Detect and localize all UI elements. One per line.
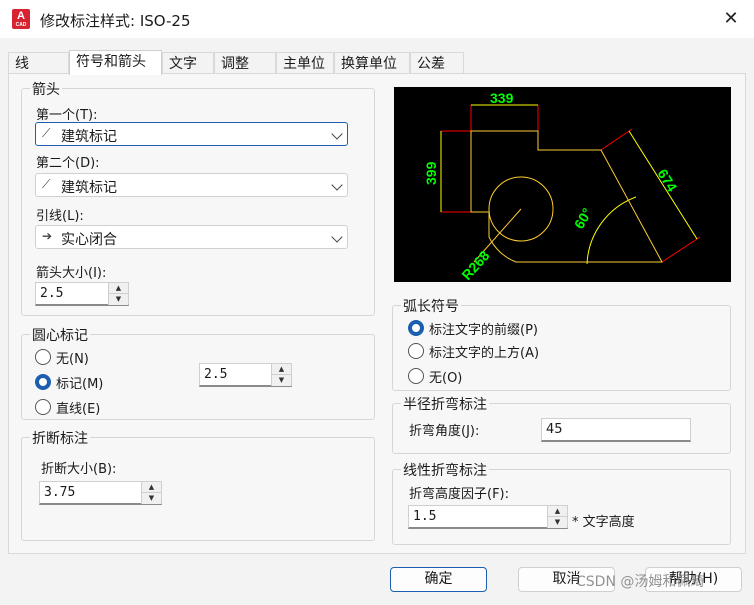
part-outline	[470, 130, 663, 263]
leader-arrow-label: 引线(L):	[36, 209, 84, 224]
preview-drawing: 339 399 674 60° R268	[423, 90, 701, 283]
dim-text-top: 339	[490, 90, 514, 106]
jog-height-spinner[interactable]: 1.5 ▲ ▼	[408, 505, 568, 529]
spin-down-icon[interactable]: ▼	[548, 517, 567, 528]
second-arrow-select[interactable]: ⟋ 建筑标记	[35, 173, 348, 197]
linear-jog-legend: 线性折弯标注	[401, 460, 489, 480]
chevron-down-icon	[331, 231, 343, 243]
dim-text-left: 399	[423, 161, 439, 185]
spin-down-icon[interactable]: ▼	[142, 493, 161, 504]
tab-strip: 线 符号和箭头 文字 调整 主单位 换算单位 公差	[8, 50, 748, 75]
arrow-size-label: 箭头大小(I):	[36, 266, 107, 281]
tab-symbols-arrows[interactable]: 符号和箭头	[69, 50, 162, 75]
dimension-break-legend: 折断标注	[30, 428, 90, 448]
first-arrow-select[interactable]: ⟋ 建筑标记	[35, 122, 348, 146]
arrowheads-legend: 箭头	[30, 79, 62, 99]
watermark: CSDN @汤姆和佩琦	[576, 574, 705, 590]
spin-down-icon[interactable]: ▼	[272, 375, 291, 386]
break-size-spinner[interactable]: 3.75 ▲ ▼	[39, 481, 162, 505]
spin-up-icon[interactable]: ▲	[142, 482, 161, 493]
jog-height-label: 折弯高度因子(F):	[409, 487, 510, 502]
dimension-preview: 339 399 674 60° R268	[394, 87, 731, 283]
spin-up-icon[interactable]: ▲	[548, 506, 567, 517]
architectural-tick-icon: ⟋	[42, 177, 51, 191]
center-marks-legend: 圆心标记	[30, 325, 90, 345]
first-arrow-label: 第一个(T):	[36, 108, 98, 123]
window-title: 修改标注样式: ISO-25	[40, 12, 191, 30]
center-mark-size-spinner[interactable]: 2.5 ▲ ▼	[199, 363, 292, 387]
tab-text[interactable]: 文字	[162, 52, 214, 74]
second-arrow-label: 第二个(D):	[36, 156, 100, 171]
architectural-tick-icon: ⟋	[42, 126, 51, 140]
dim-text-diag: 674	[654, 166, 680, 194]
title-bar: A CAD 修改标注样式: ISO-25 ✕	[0, 0, 754, 38]
chevron-down-icon	[331, 179, 343, 191]
leader-arrow-select[interactable]: ➔ 实心闭合	[35, 225, 348, 249]
break-size-label: 折断大小(B):	[41, 462, 117, 477]
arrow-size-spinner[interactable]: 2.5 ▲ ▼	[35, 282, 129, 306]
tab-tolerances[interactable]: 公差	[410, 52, 464, 74]
jog-angle-input[interactable]: 45	[541, 418, 691, 442]
dim-text-angle: 60°	[571, 205, 595, 231]
spin-up-icon[interactable]: ▲	[272, 364, 291, 375]
tab-fit[interactable]: 调整	[214, 52, 276, 74]
spin-down-icon[interactable]: ▼	[109, 294, 128, 305]
tab-lines[interactable]: 线	[8, 52, 69, 74]
close-button[interactable]: ✕	[718, 6, 744, 32]
tab-primary-units[interactable]: 主单位	[276, 52, 334, 74]
arc-length-legend: 弧长符号	[401, 296, 461, 316]
autocad-logo-icon: A CAD	[12, 9, 30, 29]
radius-jog-legend: 半径折弯标注	[401, 394, 489, 414]
chevron-down-icon	[331, 128, 343, 140]
ok-button[interactable]: 确定	[390, 567, 487, 592]
spin-up-icon[interactable]: ▲	[109, 283, 128, 294]
dim-text-radius: R268	[458, 247, 492, 282]
dimension-lines	[440, 104, 698, 265]
tab-alternate-units[interactable]: 换算单位	[334, 52, 410, 74]
jog-height-suffix: * 文字高度	[572, 515, 635, 530]
closed-filled-arrow-icon: ➔	[42, 229, 53, 243]
jog-angle-label: 折弯角度(J):	[409, 424, 480, 439]
